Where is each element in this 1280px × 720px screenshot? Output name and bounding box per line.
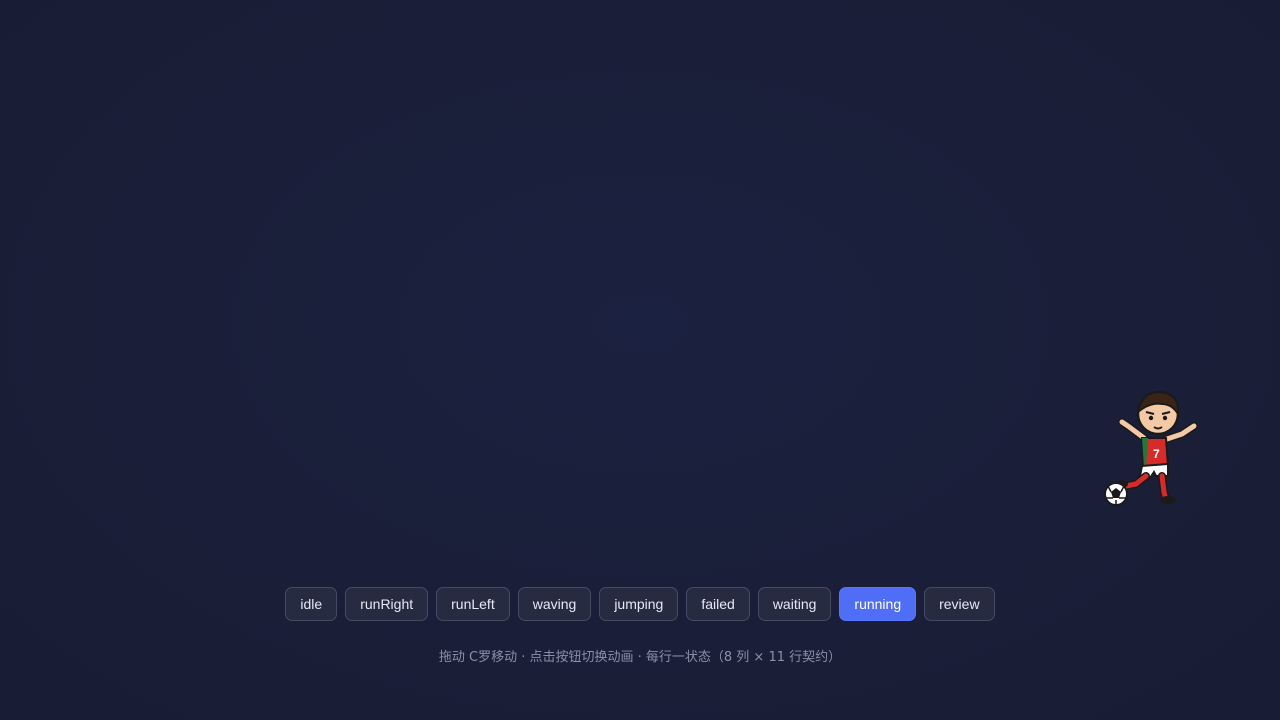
animation-button-jumping[interactable]: jumping: [599, 587, 679, 621]
animation-button-failed[interactable]: failed: [686, 587, 750, 621]
animation-button-waving[interactable]: waving: [517, 587, 592, 621]
animation-controls: idle runRight runLeft waving jumping failed wa…: [0, 587, 1280, 621]
hint-text: 拖动 C罗移动 · 点击按钮切换动画 · 每行一状态（8 列 × 11 行契约）: [438, 650, 842, 665]
animation-button-review[interactable]: review: [924, 587, 995, 621]
animation-button-idle[interactable]: idle: [285, 587, 338, 621]
animation-button-runleft[interactable]: runLeft: [436, 587, 510, 621]
animation-button-running[interactable]: running: [839, 587, 917, 621]
stage: 7 idle runRight runLeft waving jumping f…: [0, 0, 1280, 720]
jersey-number: 7: [1153, 447, 1160, 461]
soccer-player-sprite[interactable]: 7: [1098, 382, 1202, 512]
animation-button-runright[interactable]: runRight: [345, 587, 429, 621]
soccer-player-icon: 7: [1104, 390, 1198, 506]
animation-button-waiting[interactable]: waiting: [757, 587, 832, 621]
